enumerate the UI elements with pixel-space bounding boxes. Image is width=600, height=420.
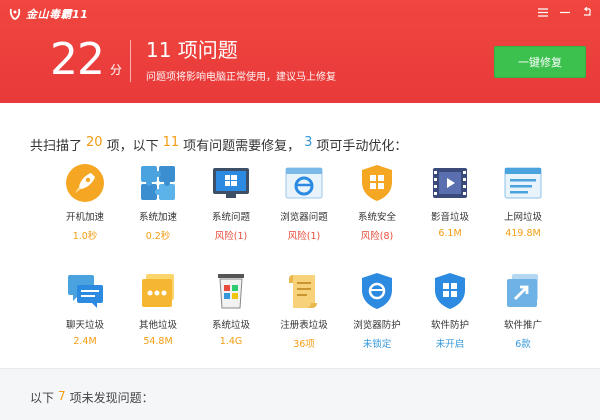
health-score: 22 分 [50,38,122,82]
score-unit: 分 [110,63,123,77]
item-value: 54.8M [143,336,173,347]
no-issue-section: 以下 7 项未发现问题： [0,368,600,420]
title-bar: 金山毒霸11 [0,0,600,26]
results-panel: 共扫描了 20 项，以下 11 项有问题需要修复， 3 项可手动优化： 开机加速… [0,103,600,368]
item-label: 浏览器防护 [353,320,401,331]
item-value: 1.4G [219,336,243,347]
item-label: 开机加速 [65,212,104,223]
item-label: 影音垃圾 [430,212,469,223]
no-issue-count: 7 [58,389,66,403]
app-logo: 金山毒霸11 [8,6,88,22]
web-page-icon [504,167,542,199]
item-value: 0.2秒 [145,231,171,242]
summary-text: 项有问题需要修复， [183,139,301,154]
item-value: 419.8M [505,228,541,239]
item-browser-protection[interactable]: 浏览器防护 未锁定 [342,271,412,350]
item-system-speed[interactable]: 系统加速 0.2秒 [123,163,193,242]
windows-shield-blue-icon [435,273,465,309]
puzzle-icon [141,166,175,200]
scanned-count: 20 [86,135,103,150]
item-label: 注册表垃圾 [280,320,328,331]
one-click-fix-button[interactable]: 一键修复 [494,46,586,78]
summary-text: 共扫描了 [30,139,83,154]
menu-icon[interactable] [536,5,550,19]
dots-box-icon [142,274,174,307]
item-label: 系统垃圾 [211,320,250,331]
issue-count: 11 [162,135,180,150]
window-controls [536,5,594,19]
item-label: 软件防护 [430,320,469,331]
item-value: 风险(1) [214,231,248,242]
footer-text: 项未发现问题： [69,391,154,405]
rocket-icon [66,164,104,202]
score-number: 22 [50,34,105,85]
item-label: 上网垃圾 [503,212,542,223]
close-back-icon[interactable] [580,5,594,19]
item-label: 浏览器问题 [280,212,328,223]
item-browser-problem[interactable]: 浏览器问题 风险(1) [269,163,339,242]
scan-summary: 共扫描了 20 项，以下 11 项有问题需要修复， 3 项可手动优化： [30,135,407,154]
summary-text: 项，以下 [106,139,159,154]
header-divider [130,40,131,82]
problem-subtitle: 问题项将影响电脑正常使用，建议马上修复 [146,72,336,83]
item-value: 6款 [515,339,531,350]
item-registry-junk[interactable]: 注册表垃圾 36项 [269,271,339,350]
item-other-junk[interactable]: 其他垃圾 54.8M [123,271,193,347]
windows-trash-icon [218,274,244,309]
item-value: 未锁定 [362,339,392,350]
item-label: 其他垃圾 [138,320,177,331]
item-system-security[interactable]: 系统安全 风险(8) [342,163,412,242]
item-web-junk[interactable]: 上网垃圾 419.8M [488,163,558,239]
item-boot-speed[interactable]: 开机加速 1.0秒 [50,163,120,242]
footer-text: 以下 [30,391,55,405]
item-software-protection[interactable]: 软件防护 未开启 [415,271,485,350]
item-value: 2.4M [73,336,97,347]
item-label: 系统加速 [138,212,177,223]
manual-count: 3 [304,135,313,150]
item-value: 风险(8) [360,231,394,242]
item-system-problem[interactable]: 系统问题 风险(1) [196,163,266,242]
app-name: 金山毒霸11 [26,8,89,21]
item-value: 1.0秒 [72,231,98,242]
header-banner: 金山毒霸11 22 分 11 项问题 问题项将影响电脑正常使用，建议马上修复 一… [0,0,600,103]
no-issue-heading: 以下 7 项未发现问题： [30,389,154,406]
item-media-junk[interactable]: 影音垃圾 6.1M [415,163,485,239]
item-value: 36项 [293,339,315,350]
windows-shield-icon [362,165,392,201]
item-value: 6.1M [438,228,462,239]
item-label: 软件推广 [503,320,542,331]
share-box-icon [507,274,538,307]
item-chat-junk[interactable]: 聊天垃圾 2.4M [50,271,120,347]
item-label: 系统安全 [357,212,396,223]
item-system-junk[interactable]: 系统垃圾 1.4G [196,271,266,347]
chat-icon [68,275,103,308]
item-value: 风险(1) [287,231,321,242]
problem-title: 11 项问题 [146,38,238,62]
logo-icon [9,8,21,20]
scroll-icon [289,275,317,308]
ie-shield-icon [362,273,392,309]
windows-monitor-icon [213,168,249,198]
item-label: 聊天垃圾 [65,320,104,331]
minimize-icon[interactable] [558,5,572,19]
summary-text: 项可手动优化： [316,139,408,154]
item-software-promotion[interactable]: 软件推广 6款 [488,271,558,350]
item-value: 未开启 [435,339,465,350]
ie-browser-icon [285,167,323,199]
item-label: 系统问题 [211,212,250,223]
film-icon [433,168,467,198]
